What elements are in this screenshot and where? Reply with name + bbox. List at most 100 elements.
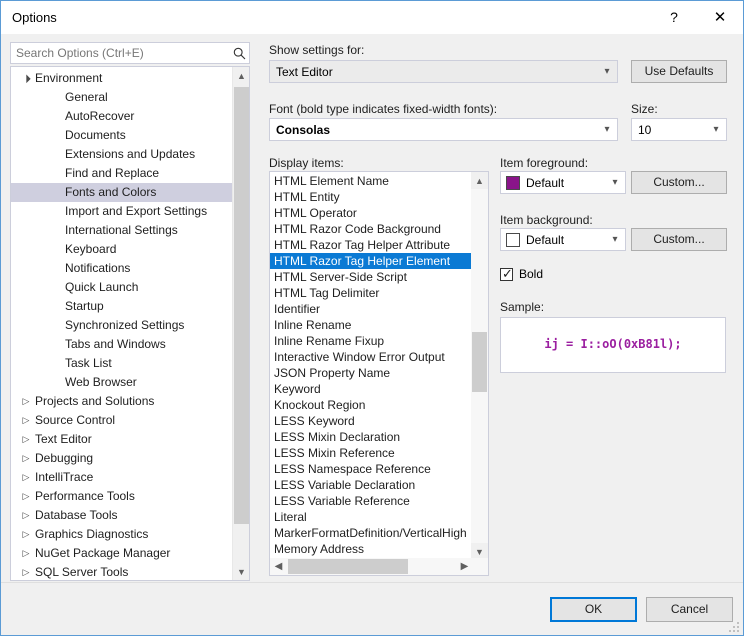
- display-item[interactable]: Inline Rename Fixup: [270, 333, 473, 349]
- tree-item[interactable]: ▷ Debugging: [11, 449, 232, 468]
- resize-grip-icon[interactable]: [728, 621, 740, 633]
- tree-item[interactable]: ▷ Projects and Solutions: [11, 392, 232, 411]
- tree-item[interactable]: Notifications: [11, 259, 232, 278]
- use-defaults-button[interactable]: Use Defaults: [631, 60, 727, 83]
- chevron-right-icon[interactable]: ▷: [19, 468, 33, 487]
- display-item[interactable]: LESS Mixin Reference: [270, 445, 473, 461]
- tree-item[interactable]: ▷ IntelliTrace: [11, 468, 232, 487]
- scroll-down-icon[interactable]: ▼: [233, 563, 249, 580]
- tree-item[interactable]: ▷ Graphics Diagnostics: [11, 525, 232, 544]
- display-item[interactable]: HTML Element Name: [270, 173, 473, 189]
- display-item[interactable]: HTML Entity: [270, 189, 473, 205]
- display-items-vscrollbar[interactable]: ▲ ▼: [471, 172, 488, 560]
- tree-item[interactable]: Find and Replace: [11, 164, 232, 183]
- display-item[interactable]: LESS Namespace Reference: [270, 461, 473, 477]
- tree-item-label: NuGet Package Manager: [35, 546, 171, 560]
- tree-item[interactable]: ▷ NuGet Package Manager: [11, 544, 232, 563]
- tree-item-label: Environment: [35, 71, 103, 85]
- display-items-listbox[interactable]: HTML Element Name HTML Entity HTML Operato…: [269, 171, 489, 576]
- show-settings-combo[interactable]: Text Editor ▾: [269, 60, 618, 83]
- size-value: 10: [638, 122, 652, 137]
- display-item[interactable]: Interactive Window Error Output: [270, 349, 473, 365]
- display-item[interactable]: Memory Address: [270, 541, 473, 557]
- tree-item-label: Startup: [65, 299, 104, 313]
- display-item[interactable]: Literal: [270, 509, 473, 525]
- display-item[interactable]: HTML Server-Side Script: [270, 269, 473, 285]
- item-foreground-label: Item foreground:: [500, 156, 589, 170]
- tree-item[interactable]: Startup: [11, 297, 232, 316]
- display-item[interactable]: Inline Rename: [270, 317, 473, 333]
- display-item[interactable]: HTML Tag Delimiter: [270, 285, 473, 301]
- ok-button[interactable]: OK: [550, 597, 637, 622]
- display-item[interactable]: Identifier: [270, 301, 473, 317]
- item-background-combo[interactable]: Default ▾: [500, 228, 626, 251]
- scroll-left-icon[interactable]: ◀: [270, 558, 287, 575]
- tree-item[interactable]: AutoRecover: [11, 107, 232, 126]
- tree-item[interactable]: ▷ Text Editor: [11, 430, 232, 449]
- tree-item[interactable]: Extensions and Updates: [11, 145, 232, 164]
- display-item[interactable]: HTML Razor Code Background: [270, 221, 473, 237]
- search-input[interactable]: [11, 44, 229, 62]
- tree-item[interactable]: Keyboard: [11, 240, 232, 259]
- help-icon[interactable]: ?: [653, 1, 695, 32]
- tree-item-label: Tabs and Windows: [65, 337, 166, 351]
- tree-item[interactable]: ▷ Performance Tools: [11, 487, 232, 506]
- tree-item[interactable]: ◢ Environment: [11, 69, 232, 88]
- size-combo[interactable]: 10 ▾: [631, 118, 727, 141]
- tree-item[interactable]: ▷ Source Control: [11, 411, 232, 430]
- display-item[interactable]: LESS Variable Declaration: [270, 477, 473, 493]
- tree-scrollbar-thumb[interactable]: [234, 87, 249, 524]
- chevron-right-icon[interactable]: ▷: [19, 449, 33, 468]
- close-icon[interactable]: ✕: [699, 1, 741, 32]
- item-foreground-combo[interactable]: Default ▾: [500, 171, 626, 194]
- tree-scrollbar[interactable]: ▲ ▼: [232, 67, 249, 580]
- search-box[interactable]: [10, 42, 250, 64]
- display-item[interactable]: HTML Operator: [270, 205, 473, 221]
- chevron-right-icon[interactable]: ▷: [19, 544, 33, 563]
- item-foreground-value: Default: [526, 175, 565, 190]
- tree-item[interactable]: Import and Export Settings: [11, 202, 232, 221]
- display-item[interactable]: MarkerFormatDefinition/VerticalHigh: [270, 525, 473, 541]
- display-item[interactable]: LESS Variable Reference: [270, 493, 473, 509]
- display-item[interactable]: JSON Property Name: [270, 365, 473, 381]
- display-item[interactable]: HTML Razor Tag Helper Element: [270, 253, 473, 269]
- scroll-up-icon[interactable]: ▲: [233, 67, 249, 84]
- tree-item-label: Notifications: [65, 261, 131, 275]
- tree-item[interactable]: Web Browser: [11, 373, 232, 392]
- chevron-right-icon[interactable]: ▷: [19, 506, 33, 525]
- display-item[interactable]: Knockout Region: [270, 397, 473, 413]
- display-item[interactable]: Keyword: [270, 381, 473, 397]
- scroll-up-icon[interactable]: ▲: [471, 172, 488, 189]
- display-item[interactable]: LESS Keyword: [270, 413, 473, 429]
- tree-item[interactable]: General: [11, 88, 232, 107]
- background-custom-button[interactable]: Custom...: [631, 228, 727, 251]
- bold-checkbox[interactable]: ✓ Bold: [500, 267, 543, 281]
- font-combo[interactable]: Consolas ▾: [269, 118, 618, 141]
- chevron-right-icon[interactable]: ▷: [19, 525, 33, 544]
- tree-item[interactable]: Documents: [11, 126, 232, 145]
- foreground-custom-button[interactable]: Custom...: [631, 171, 727, 194]
- tree-item[interactable]: ▷ Database Tools: [11, 506, 232, 525]
- tree-item[interactable]: ▷ SQL Server Tools: [11, 563, 232, 580]
- settings-tree[interactable]: ◢ Environment General AutoRecover Documents E…: [10, 66, 250, 581]
- cancel-button[interactable]: Cancel: [646, 597, 733, 622]
- tree-item[interactable]: International Settings: [11, 221, 232, 240]
- display-items-hscrollbar-thumb[interactable]: [288, 559, 408, 574]
- chevron-right-icon[interactable]: ▷: [19, 430, 33, 449]
- chevron-right-icon[interactable]: ▷: [19, 411, 33, 430]
- chevron-right-icon[interactable]: ▷: [19, 563, 33, 580]
- tree-item[interactable]: Tabs and Windows: [11, 335, 232, 354]
- tree-item[interactable]: Task List: [11, 354, 232, 373]
- display-items-hscrollbar[interactable]: ◀ ▶: [270, 558, 473, 575]
- bold-checkbox-box[interactable]: ✓: [500, 267, 513, 281]
- display-item[interactable]: HTML Razor Tag Helper Attribute: [270, 237, 473, 253]
- tree-item-label: Quick Launch: [65, 280, 139, 294]
- background-color-swatch: [506, 232, 520, 247]
- display-items-vscrollbar-thumb[interactable]: [472, 332, 487, 392]
- tree-item[interactable]: Synchronized Settings: [11, 316, 232, 335]
- chevron-right-icon[interactable]: ▷: [19, 487, 33, 506]
- tree-item[interactable]: Quick Launch: [11, 278, 232, 297]
- chevron-right-icon[interactable]: ▷: [19, 392, 33, 411]
- display-item[interactable]: LESS Mixin Declaration: [270, 429, 473, 445]
- tree-item[interactable]: Fonts and Colors: [11, 183, 232, 202]
